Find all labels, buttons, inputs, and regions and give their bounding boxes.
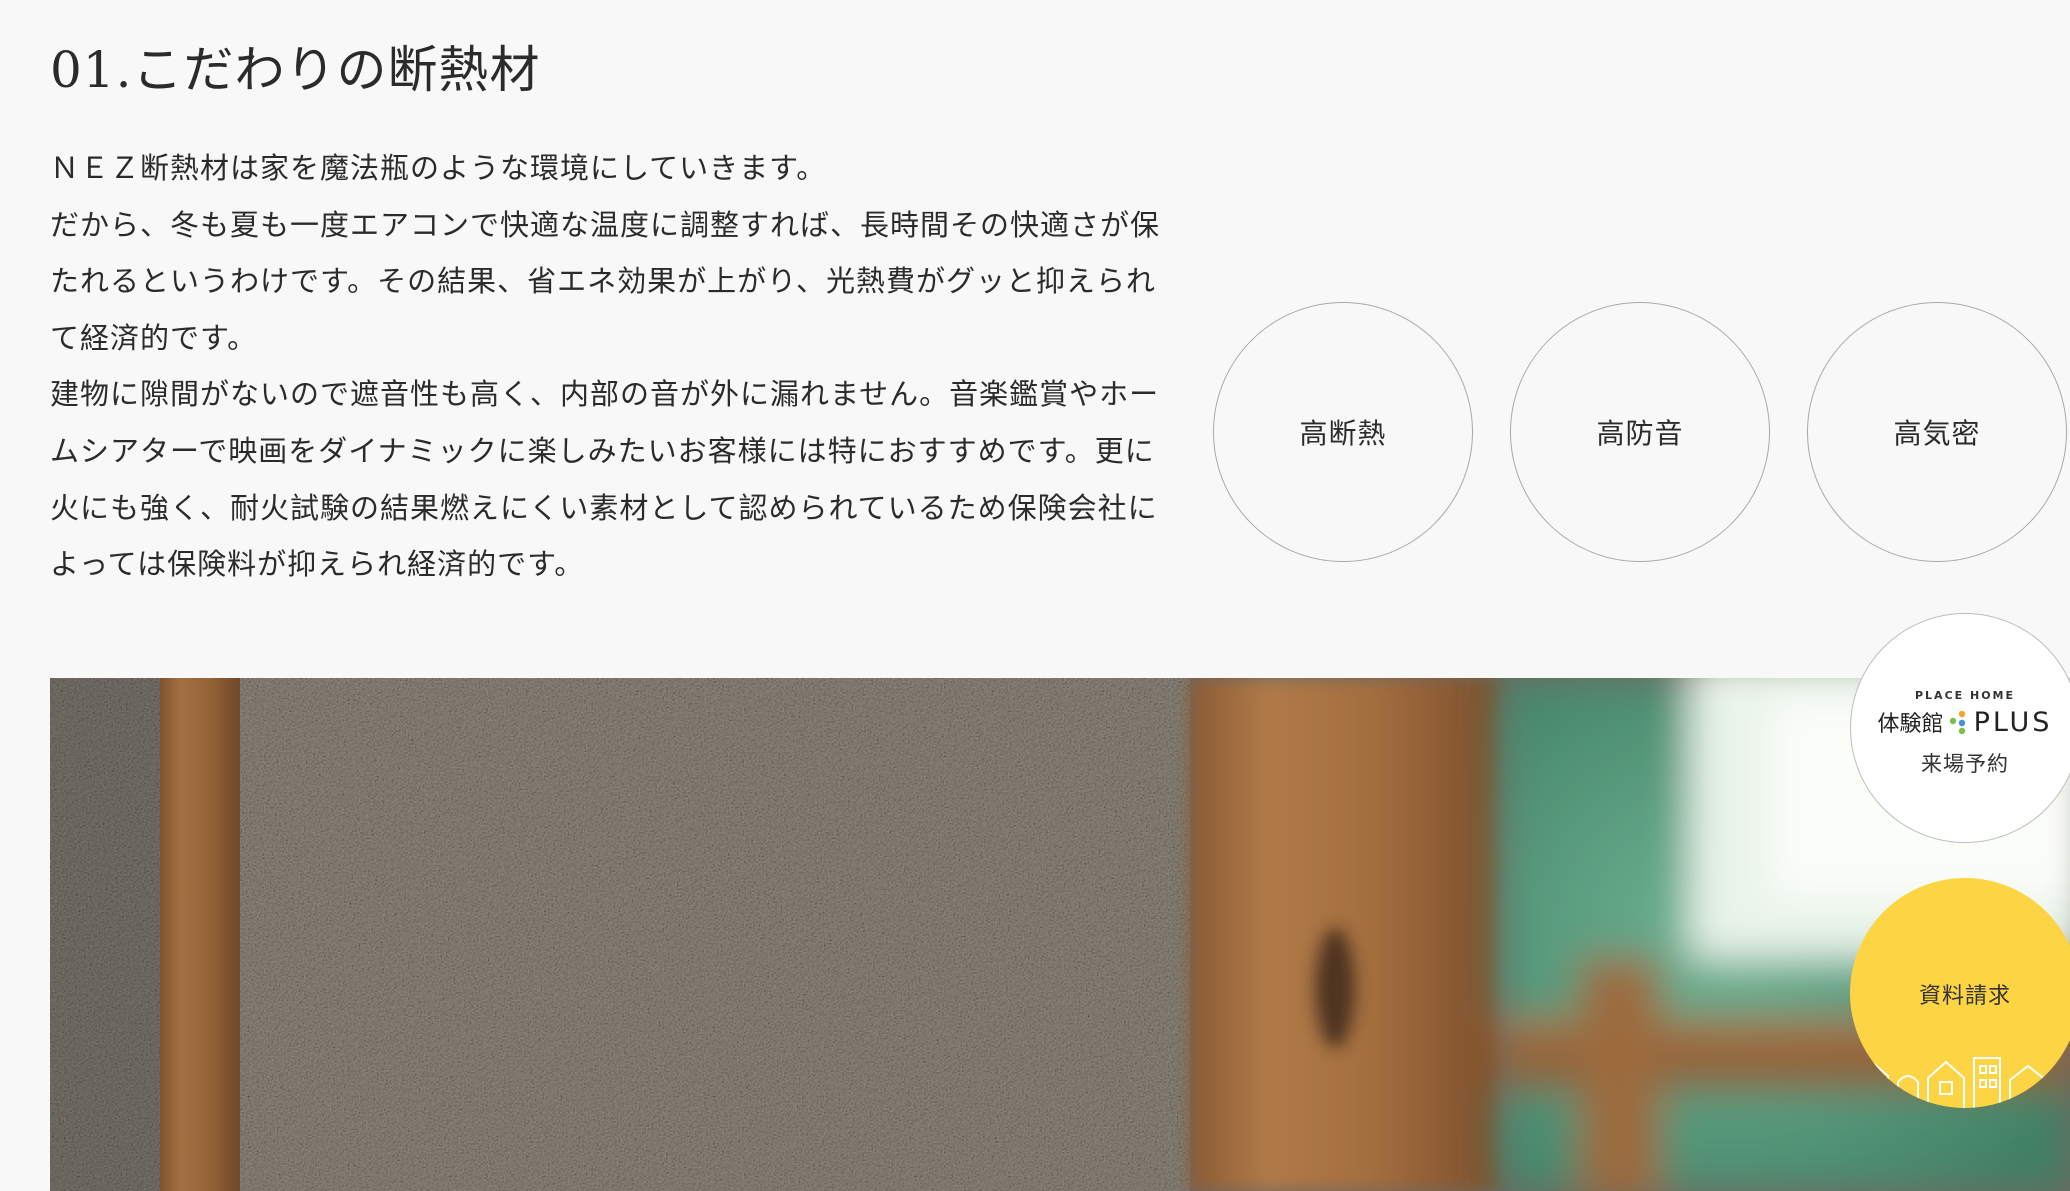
brand-plus-text: PLUS [1973, 706, 2053, 738]
insulation-photo [50, 678, 2070, 1191]
description-text: ＮＥＺ断熱材は家を魔法瓶のような環境にしていきます。 だから、冬も夏も一度エアコ… [50, 140, 1160, 593]
feature-soundproof: 高防音 [1510, 302, 1770, 562]
feature-high-insulation: 高断熱 [1213, 302, 1473, 562]
feature-airtight: 高気密 [1807, 302, 2067, 562]
description-paragraph-2: だから、冬も夏も一度エアコンで快適な温度に調整すれば、長時間その快適さが保たれる… [50, 207, 1161, 355]
brand-top-text: PLACE HOME [1914, 689, 2016, 702]
description-paragraph-3: 建物に隙間がないので遮音性も高く、内部の音が外に漏れません。音楽鑑賞やホームシア… [50, 377, 1160, 582]
description-paragraph-1: ＮＥＺ断熱材は家を魔法瓶のような環境にしていきます。 [50, 151, 827, 185]
document-request-label: 資料請求 [1918, 984, 2011, 1009]
place-home-logo-icon [1949, 710, 1965, 735]
visit-reservation-label: 来場予約 [1921, 752, 2009, 776]
document-request-button[interactable]: 資料請求 [1850, 878, 2070, 1108]
visit-reservation-button[interactable]: PLACE HOME 体験館 PLUS 来場予約 [1850, 613, 2070, 843]
section-title: 01.こだわりの断熱材 [50, 41, 541, 99]
brand-logo: 体験館 PLUS [1851, 706, 2070, 738]
house-outline-icon [1859, 1057, 2070, 1108]
brand-jp-text: 体験館 [1877, 712, 1944, 737]
